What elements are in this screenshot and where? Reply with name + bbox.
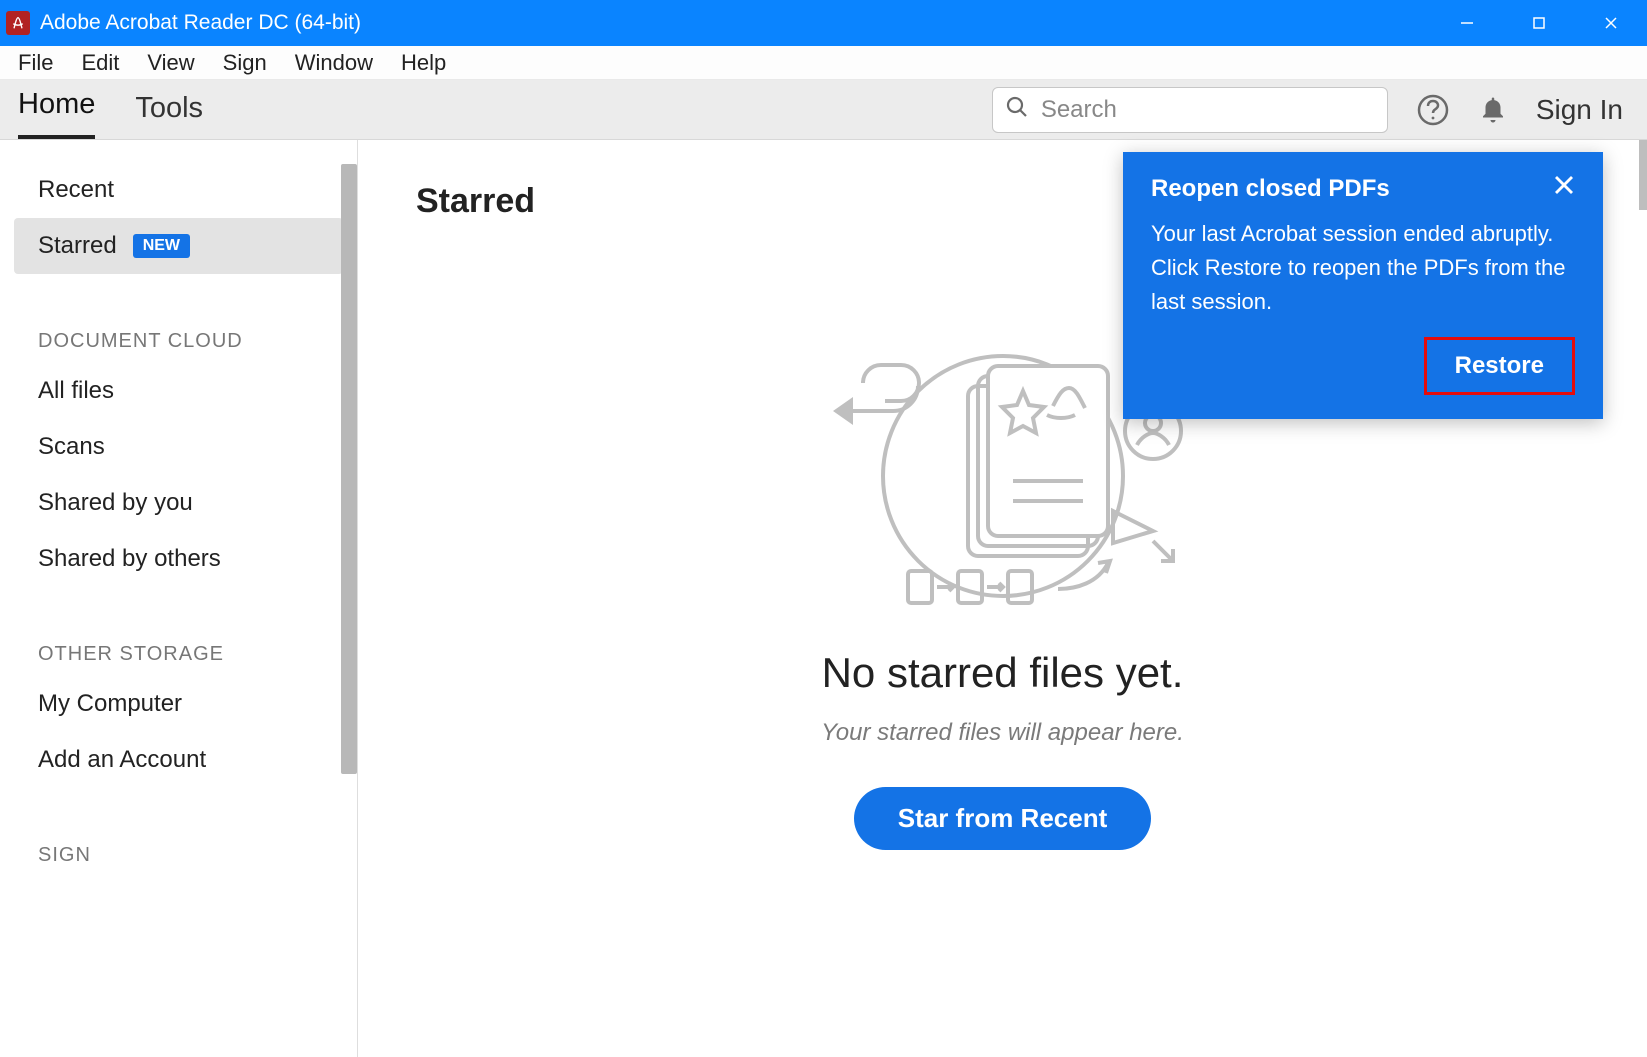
dialog-header: Reopen closed PDFs: [1151, 174, 1575, 203]
app-tabs-left: Home Tools: [18, 80, 203, 139]
sidebar-item-label: All files: [38, 377, 114, 405]
help-icon[interactable]: [1416, 93, 1450, 127]
minimize-button[interactable]: [1431, 0, 1503, 46]
app-tabs-bar: Home Tools Sign In: [0, 80, 1647, 140]
sidebar-item-label: Starred: [38, 232, 117, 260]
sidebar-item-label: Shared by others: [38, 545, 221, 573]
dialog-title-text: Reopen closed PDFs: [1151, 175, 1390, 203]
sidebar-item-starred[interactable]: Starred NEW: [14, 218, 343, 274]
search-icon: [1005, 95, 1029, 124]
content-area: Recent Starred NEW DOCUMENT CLOUD All fi…: [0, 140, 1647, 1057]
sidebar-section-sign: SIGN: [0, 822, 357, 877]
window-controls: [1431, 0, 1647, 46]
sidebar-item-label: Shared by you: [38, 489, 193, 517]
titlebar-left: Adobe Acrobat Reader DC (64-bit): [0, 11, 361, 35]
menu-help[interactable]: Help: [387, 44, 460, 82]
main-panel: Starred: [358, 140, 1647, 1057]
restore-button[interactable]: Restore: [1424, 337, 1575, 395]
sign-in-link[interactable]: Sign In: [1536, 94, 1629, 126]
search-input[interactable]: [1041, 96, 1375, 124]
dialog-body: Your last Acrobat session ended abruptly…: [1151, 217, 1575, 319]
bell-icon[interactable]: [1478, 95, 1508, 125]
menu-view[interactable]: View: [133, 44, 208, 82]
app-tabs-right: Sign In: [992, 87, 1629, 133]
menu-window[interactable]: Window: [281, 44, 387, 82]
search-box[interactable]: [992, 87, 1388, 133]
menu-bar: File Edit View Sign Window Help: [0, 46, 1647, 80]
maximize-button[interactable]: [1503, 0, 1575, 46]
sidebar-item-shared-by-others[interactable]: Shared by others: [0, 531, 357, 587]
dialog-footer: Restore: [1151, 337, 1575, 395]
sidebar-item-all-files[interactable]: All files: [0, 363, 357, 419]
sidebar-section-other: OTHER STORAGE: [0, 621, 357, 676]
close-icon[interactable]: [1553, 174, 1575, 203]
sidebar-item-label: Recent: [38, 176, 114, 204]
right-scrollbar[interactable]: [1639, 140, 1647, 210]
window-titlebar: Adobe Acrobat Reader DC (64-bit): [0, 0, 1647, 46]
sidebar-item-recent[interactable]: Recent: [0, 162, 357, 218]
sidebar-item-my-computer[interactable]: My Computer: [0, 676, 357, 732]
tab-home[interactable]: Home: [18, 76, 95, 139]
sidebar-item-scans[interactable]: Scans: [0, 419, 357, 475]
sidebar-item-label: Add an Account: [38, 746, 206, 774]
sidebar-item-shared-by-you[interactable]: Shared by you: [0, 475, 357, 531]
sidebar-item-add-account[interactable]: Add an Account: [0, 732, 357, 788]
close-button[interactable]: [1575, 0, 1647, 46]
empty-heading: No starred files yet.: [416, 649, 1589, 697]
app-title: Adobe Acrobat Reader DC (64-bit): [40, 11, 361, 35]
sidebar-section-cloud: DOCUMENT CLOUD: [0, 308, 357, 363]
menu-sign[interactable]: Sign: [209, 44, 281, 82]
app-icon: [6, 11, 30, 35]
star-from-recent-button[interactable]: Star from Recent: [854, 787, 1152, 850]
tab-tools[interactable]: Tools: [135, 80, 203, 139]
sidebar-item-label: My Computer: [38, 690, 182, 718]
new-badge: NEW: [133, 234, 190, 258]
sidebar-item-label: Scans: [38, 433, 105, 461]
reopen-dialog: Reopen closed PDFs Your last Acrobat ses…: [1123, 152, 1603, 419]
sidebar: Recent Starred NEW DOCUMENT CLOUD All fi…: [0, 140, 358, 1057]
sidebar-scrollbar[interactable]: [341, 164, 357, 774]
empty-subtext: Your starred files will appear here.: [416, 719, 1589, 747]
